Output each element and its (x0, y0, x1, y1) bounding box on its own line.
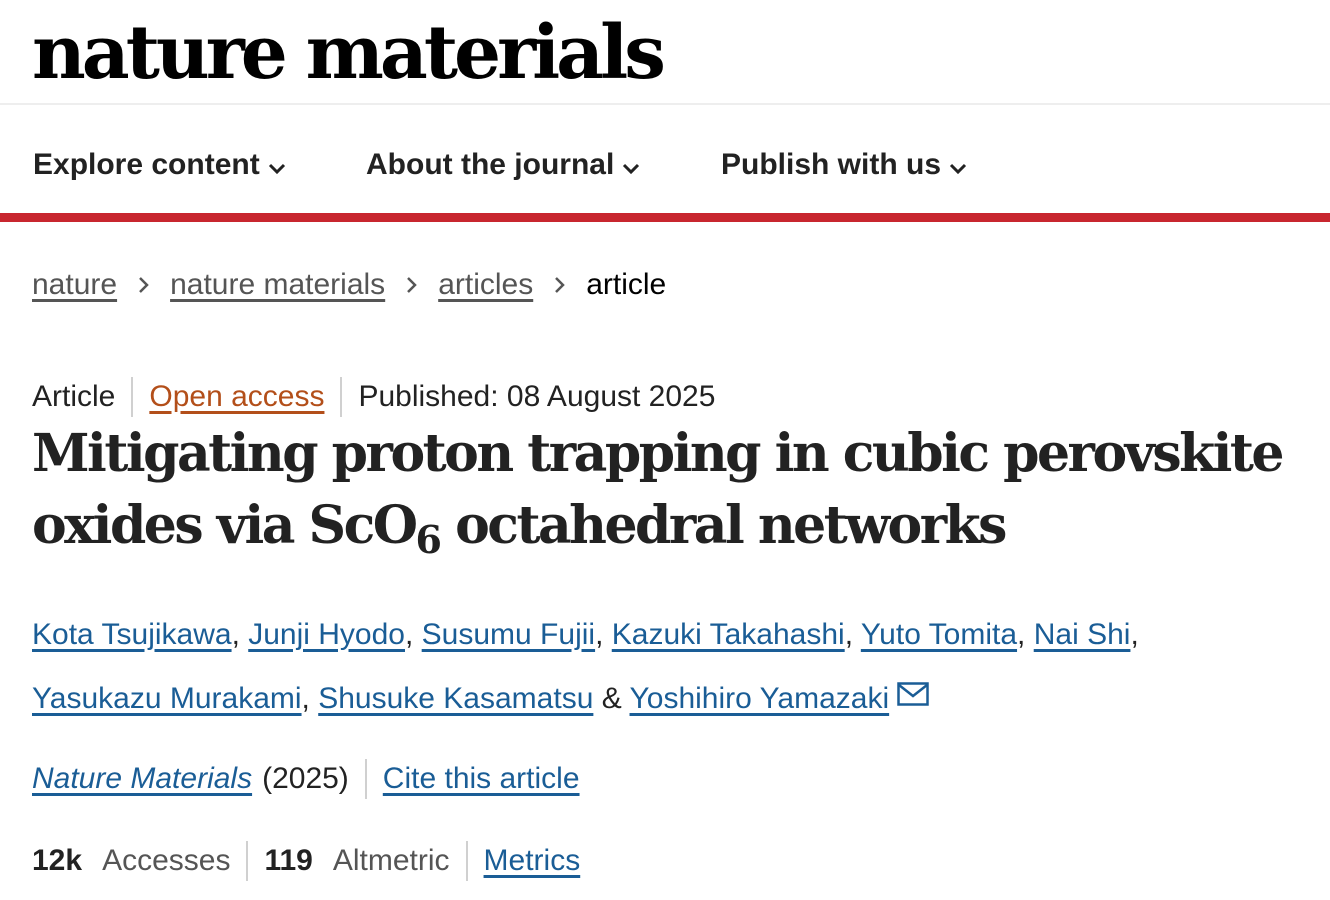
title-subscript: 6 (415, 517, 442, 562)
chevron-right-icon (117, 264, 170, 306)
author-link[interactable]: Susumu Fujii (422, 618, 595, 651)
accesses-label: Accesses (102, 844, 231, 877)
author-link[interactable]: Kazuki Takahashi (612, 618, 845, 651)
author-link[interactable]: Shusuke Kasamatsu (318, 682, 593, 715)
publication-year: (2025) (262, 762, 349, 795)
breadcrumb-articles[interactable]: articles (438, 264, 533, 306)
cite-this-article-link[interactable]: Cite this article (383, 758, 580, 800)
nav-about-the-journal[interactable]: About the journal (366, 143, 640, 188)
journal-logo[interactable]: nature materials (32, 8, 666, 98)
chevron-down-icon (268, 144, 286, 188)
author-separator: , (844, 618, 861, 651)
divider (465, 841, 468, 881)
divider (340, 377, 343, 417)
divider (246, 841, 249, 881)
author-separator: , (231, 618, 249, 651)
article-metrics: 12k Accesses 119 Altmetric Metrics (32, 840, 580, 882)
chevron-right-icon (533, 264, 586, 306)
title-text-end: octahedral networks (439, 495, 1007, 556)
divider (364, 759, 367, 799)
author-separator: , (1130, 618, 1139, 651)
nav-explore-content[interactable]: Explore content (33, 143, 286, 188)
divider (131, 377, 134, 417)
author-separator: , (405, 618, 422, 651)
journal-link[interactable]: Nature Materials (32, 758, 252, 800)
nav-label: About the journal (366, 148, 615, 181)
chevron-down-icon (949, 144, 967, 188)
chevron-right-icon (385, 264, 438, 306)
author-separator: , (301, 682, 319, 715)
nav-label: Publish with us (721, 148, 942, 181)
author-link[interactable]: Nai Shi (1034, 618, 1131, 651)
nav-label: Explore content (33, 148, 260, 181)
author-link[interactable]: Junji Hyodo (248, 618, 405, 651)
author-link[interactable]: Yasukazu Murakami (32, 682, 302, 715)
citation-line: Nature Materials (2025) Cite this articl… (32, 758, 580, 800)
accesses-count: 12k (32, 844, 83, 877)
author-separator: , (1017, 618, 1034, 651)
author-separator-ampersand: & (593, 682, 630, 715)
author-link[interactable]: Kota Tsujikawa (32, 618, 232, 651)
altmetric-count: 119 (264, 844, 313, 877)
breadcrumb-nature[interactable]: nature (32, 264, 117, 306)
masthead: nature materials (0, 0, 1330, 105)
altmetric-label: Altmetric (332, 844, 450, 877)
author-separator: , (595, 618, 612, 651)
mail-icon[interactable] (897, 666, 929, 728)
author-link[interactable]: Yoshihiro Yamazaki (630, 682, 890, 715)
main-nav: Explore content About the journal Publis… (0, 105, 1330, 222)
author-list: Kota Tsujikawa, Junji Hyodo, Susumu Fuji… (32, 604, 1292, 730)
breadcrumb-nature-materials[interactable]: nature materials (170, 264, 385, 306)
author-link[interactable]: Yuto Tomita (861, 618, 1017, 651)
article-meta: Article Open access Published: 08 August… (32, 376, 715, 418)
article-title: Mitigating proton trapping in cubic pero… (32, 418, 1322, 562)
nav-publish-with-us[interactable]: Publish with us (721, 143, 967, 188)
article-type: Article (32, 380, 116, 413)
breadcrumb: nature nature materials articles article (32, 264, 666, 306)
published-date: Published: 08 August 2025 (358, 380, 716, 413)
chevron-down-icon (622, 144, 640, 188)
open-access-link[interactable]: Open access (149, 376, 324, 418)
breadcrumb-current: article (586, 268, 667, 301)
metrics-link[interactable]: Metrics (484, 840, 581, 882)
